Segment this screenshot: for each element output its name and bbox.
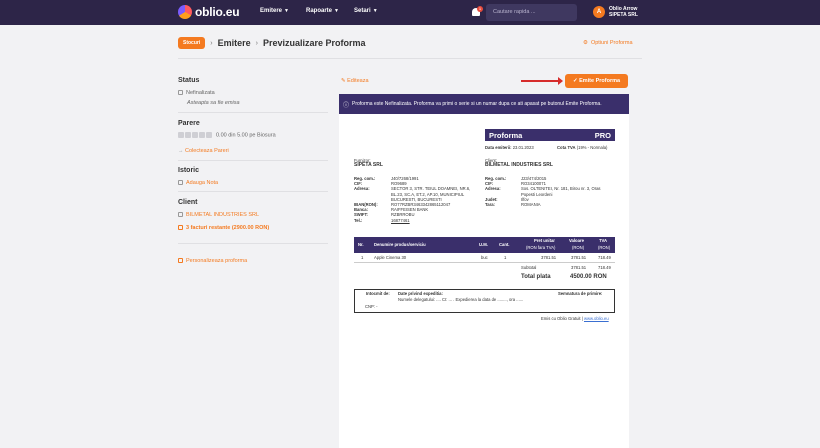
top-navbar: oblio.eu Emitere ▼ Rapoarte ▼ Setari ▼ 1 Ca…	[0, 0, 820, 25]
alert-icon	[178, 225, 183, 231]
edit-icon	[178, 258, 183, 264]
breadcrumb-emitere[interactable]: Emitere	[218, 38, 251, 48]
chevron-down-icon: ▼	[284, 8, 289, 14]
building-icon	[178, 212, 183, 218]
menu-emitere[interactable]: Emitere ▼	[260, 8, 289, 14]
items-table-header: Nr. Denumire produs/serviciu U.M. Cant. …	[354, 237, 615, 253]
client-title: Client	[178, 199, 198, 206]
document-title: Proforma PRO	[485, 129, 615, 141]
avatar[interactable]: A	[593, 6, 605, 18]
document-series: PRO	[594, 130, 611, 140]
parere-title: Parere	[178, 120, 200, 127]
brand-logo[interactable]: oblio.eu	[178, 5, 240, 19]
pencil-icon: ✎	[341, 78, 346, 84]
colecteaza-pareri-link[interactable]: → Colecteaza Pareri	[178, 148, 229, 154]
optiuni-proforma-link[interactable]: ⚙ Optiuni Proforma	[583, 40, 633, 46]
istoric-title: Istoric	[178, 167, 200, 174]
detail-line: Sos. OLTENITEI, Nr. 181, Birou nr. 3, Or…	[521, 186, 601, 192]
arrow-right-icon: →	[178, 148, 184, 154]
breadcrumb: Stocuri › Emitere › Previzualizare Profo…	[178, 37, 366, 49]
status-title: Status	[178, 77, 200, 84]
chevron-right-icon: ›	[210, 39, 213, 47]
oblio-link[interactable]: www.oblio.eu	[584, 316, 609, 321]
subtotal-label: Subtotal	[521, 265, 537, 270]
expeditie-label: Date privind expeditia:	[398, 291, 443, 296]
divider	[178, 58, 642, 59]
search-input[interactable]: Cautare rapida ...	[486, 4, 577, 21]
detail-line: SECTOR 3, STR. TEIUL DOAMNEI, NR.6,	[391, 186, 471, 192]
supplier-name: SIPETA SRL	[354, 162, 383, 168]
bell-icon[interactable]: 1	[471, 6, 483, 18]
supplier-values: J40/7268/1991 RO9689 SECTOR 3, STR. TEIUL …	[391, 176, 470, 223]
logo-icon	[178, 5, 192, 19]
status-value: Nefinalizata	[178, 90, 215, 96]
client-link[interactable]: BILMETAL INDUSTRIES SRL	[178, 212, 259, 218]
supplier-keys: Reg. com.: CIF: Adresa: IBAN(RON): Banca: SW…	[354, 176, 378, 223]
client-values: J23/474/2015 RO34100071 Sos. OLTENITEI, Nr…	[521, 176, 601, 207]
info-notice: ⓘ Proforma este Nefinalizata. Proforma va…	[339, 94, 629, 114]
total-value: 4500.00 RON	[570, 274, 607, 280]
check-icon: ✓	[572, 78, 578, 84]
cnp-text: CNP: -	[365, 304, 378, 309]
detail-line: 16877461	[391, 217, 410, 223]
rating: 0.00 din 5.00 pe Biosura	[178, 132, 276, 138]
chevron-down-icon: ▼	[372, 8, 378, 14]
info-icon: ⓘ	[343, 102, 350, 109]
user-menu[interactable]: Oblio Arrow SIPETA SRL	[609, 6, 638, 18]
facturi-restante-link[interactable]: 3 facturi restante (2900.00 RON)	[178, 225, 269, 231]
emit-proforma-button[interactable]: ✓ Emite Proforma	[565, 74, 628, 88]
client-name: BILMETAL INDUSTRIES SRL	[485, 162, 553, 168]
date-label: Data emiterii: 23.01.2023	[485, 145, 534, 150]
detail-line: Tel.:	[354, 217, 363, 223]
tva-label: Cota TVA (19% - Normala)	[557, 145, 608, 150]
edit-button[interactable]: ✎ Editeaza	[341, 78, 369, 84]
rating-stars	[178, 132, 212, 138]
subtotal-value: 3781.51	[571, 265, 587, 270]
menu-setari[interactable]: Setari ▼	[354, 8, 378, 14]
adauga-nota-link[interactable]: Adauga Nota	[178, 180, 218, 186]
detail-line: Tara:	[485, 202, 495, 208]
chevron-down-icon: ▼	[334, 8, 339, 14]
gear-icon: ⚙	[583, 40, 588, 46]
file-icon	[178, 90, 183, 96]
chevron-right-icon: ›	[255, 39, 258, 47]
client-keys: Reg. com.: CIF: Adresa: Judet: Tara:	[485, 176, 506, 207]
menu-rapoarte[interactable]: Rapoarte ▼	[306, 8, 339, 14]
delegat-text: Numele delegatului: .... CI: ... . Exped…	[398, 297, 524, 302]
note-icon	[178, 180, 183, 186]
total-label: Total plata	[521, 274, 551, 280]
page-title: Previzualizare Proforma	[262, 38, 366, 48]
detail-line: ROMANIA	[521, 202, 541, 208]
pointer-arrow	[521, 77, 563, 85]
stocuri-badge[interactable]: Stocuri	[178, 37, 206, 49]
personalizeaza-link[interactable]: Personalizeaza proforma	[178, 258, 247, 264]
footer-text: Emis cu Oblio Gratuit | www.oblio.eu	[541, 316, 609, 321]
intocmit-label: Intocmit de:	[366, 291, 390, 296]
subtotal-tva: 718.49	[598, 265, 611, 270]
status-note: Asteapta sa fie emisa	[187, 100, 240, 106]
semnatura-label: Semnatura de primire:	[558, 291, 603, 296]
notification-count: 1	[477, 6, 483, 12]
